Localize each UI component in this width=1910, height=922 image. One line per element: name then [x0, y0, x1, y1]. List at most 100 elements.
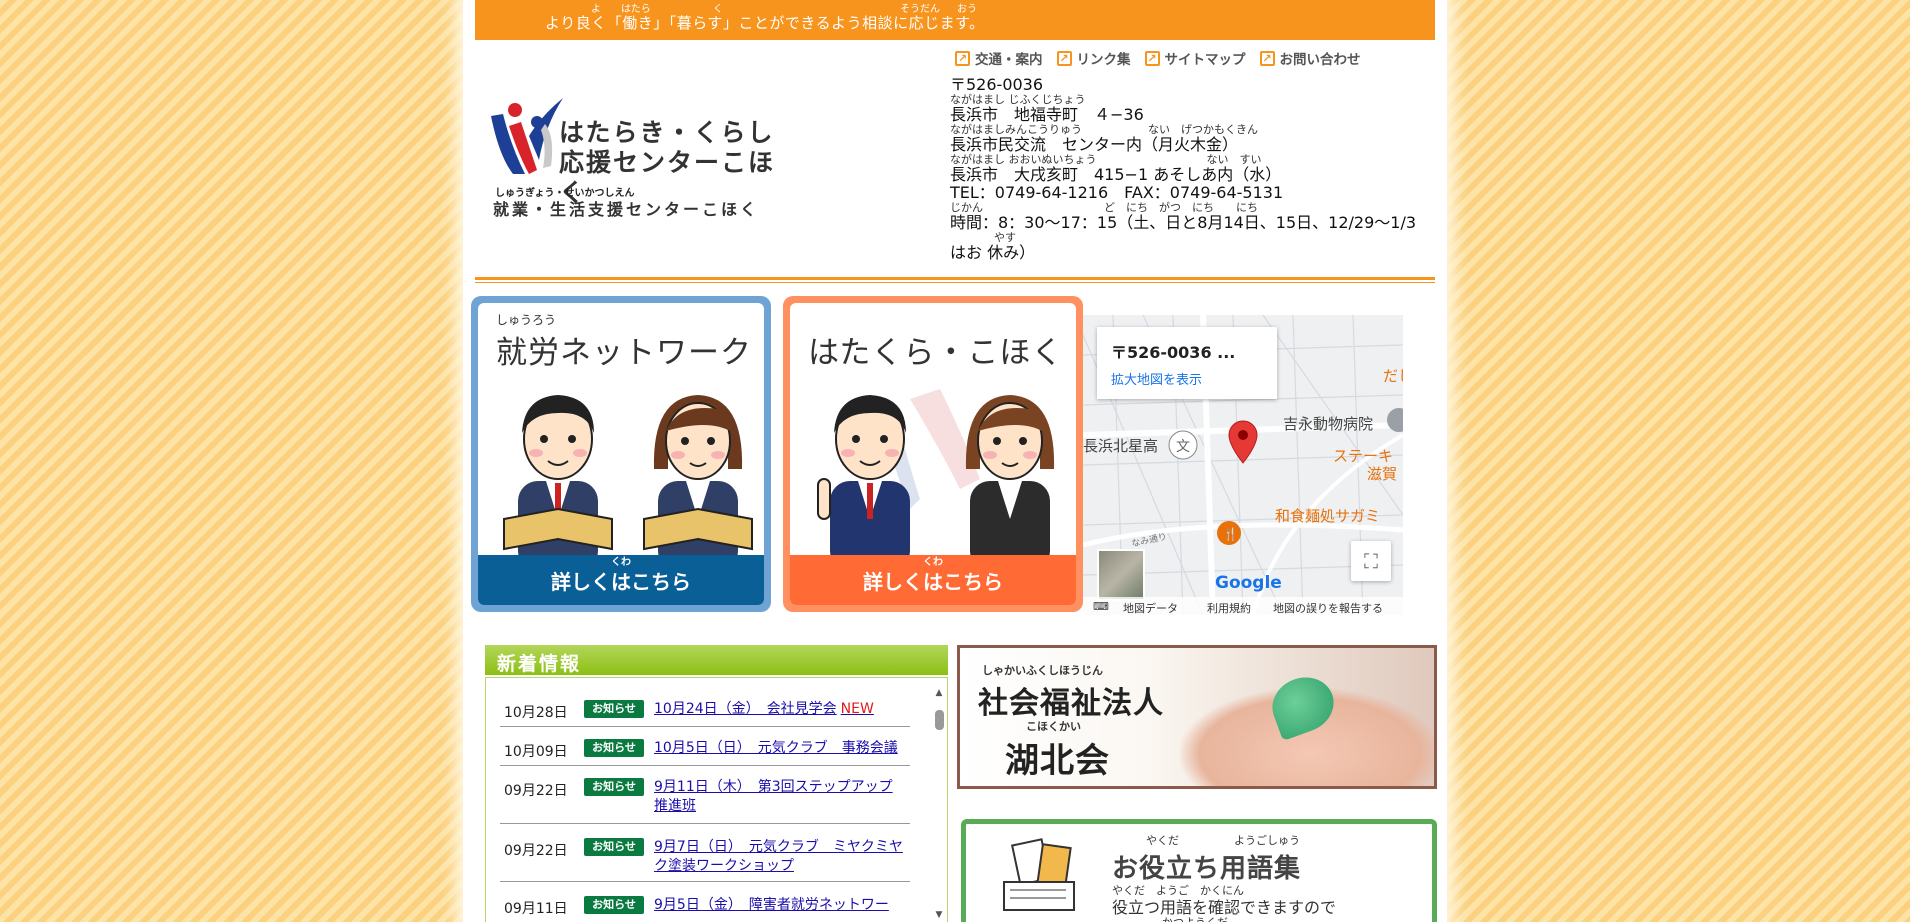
employment-network-banner[interactable]: しゅうろう 就労ネットワーク くわ 詳しくはこちら	[471, 296, 771, 612]
nav-label: サイトマップ	[1164, 52, 1246, 68]
google-map[interactable]: 文 🍴 だし 吉永動物病院 長浜北星高 ステーキ 滋賀 和食麺処サガミ なみ通り…	[1083, 315, 1403, 615]
news-date: 09月22日	[504, 783, 568, 799]
nav-contact[interactable]: ↗ お問い合わせ	[1259, 48, 1361, 68]
welfare-name: 湖北会	[1005, 741, 1110, 781]
map-data-link[interactable]: 地図データ	[1123, 600, 1178, 615]
satellite-toggle[interactable]	[1097, 549, 1145, 601]
news-scrollbar[interactable]: ▲ ▼	[933, 688, 945, 920]
news-badge: お知らせ	[584, 700, 644, 718]
news-badge: お知らせ	[584, 838, 644, 856]
map-label: 滋賀	[1367, 465, 1398, 483]
postal-code: 〒526-0036	[950, 75, 1044, 94]
arrow-icon: ↗	[955, 50, 970, 66]
news-item: 09月22日 お知らせ 9月7日（日） 元気クラブ ミヤクミヤク塗装ワークショッ…	[500, 824, 910, 882]
nav-label: お問い合わせ	[1279, 52, 1361, 68]
site-logo[interactable]: はたらき・くらし 応援センターこほく しゅうぎょう・せいかつしえん 就業・生活支…	[485, 96, 775, 221]
report-error-link[interactable]: 地図の誤りを報告する	[1273, 600, 1383, 615]
nav-label: 交通・案内	[975, 52, 1043, 68]
news-item: 09月11日 お知らせ 9月5日（金） 障害者就労ネットワー	[500, 882, 910, 922]
page: よ はたら く そうだん おう より良く「働き」「暮らす」ことができるよう相談に…	[463, 0, 1447, 922]
glossary-ruby: かつようくだ	[1162, 914, 1228, 922]
details-button[interactable]: くわ 詳しくはこちら	[478, 555, 764, 605]
office-hours: 時間：8：30〜17：15（土、日と8月14日、15日、12/29〜1/3	[950, 213, 1417, 232]
terms-link[interactable]: 利用規約	[1207, 600, 1251, 615]
news-item: 10月09日 お知らせ 10月5日（日） 元気クラブ 事務会議	[500, 727, 910, 766]
staff-illustration-icon	[817, 389, 1055, 569]
news-date: 10月09日	[504, 744, 568, 760]
news-badge: お知らせ	[584, 778, 644, 796]
news-date: 09月11日	[504, 901, 568, 917]
address-line: 長浜市 大戌亥町 415−1 あそしあ内（水）	[950, 165, 1282, 184]
svg-text:🍴: 🍴	[1223, 527, 1238, 541]
nav-access[interactable]: ↗ 交通・案内	[955, 48, 1043, 68]
arrow-icon: ↗	[1259, 50, 1275, 66]
map-label: 長浜北星高	[1083, 437, 1159, 455]
news-date: 09月22日	[504, 843, 568, 859]
button-label: 詳しくはこちら	[863, 570, 1003, 594]
map-label: 和食麺処サガミ	[1275, 507, 1381, 525]
card-title: はたくら・こほく	[808, 335, 1064, 371]
map-info-title: 〒526-0036 ...	[1111, 343, 1236, 362]
keyboard-icon[interactable]: ⌨	[1093, 600, 1109, 613]
news-heading: 新着情報	[485, 645, 948, 675]
larger-map-link[interactable]: 拡大地図を表示	[1111, 369, 1263, 388]
news-heading-label: 新着情報	[497, 653, 582, 675]
google-logo: Google	[1215, 573, 1282, 593]
new-badge: NEW	[840, 701, 874, 717]
map-label: だし	[1383, 367, 1403, 385]
map-info-window: 〒526-0036 ... 拡大地図を表示	[1097, 327, 1277, 399]
news-list: 10月28日 お知らせ 10月24日（金） 会社見学会 NEW 10月09日 お知…	[485, 677, 948, 922]
address-line: 長浜市 地福寺町 ４−36	[950, 105, 1144, 124]
news-badge: お知らせ	[584, 896, 644, 914]
news-link[interactable]: 10月5日（日） 元気クラブ 事務会議	[654, 739, 904, 758]
banner-message: より良く「働き」「暮らす」ことができるよう相談に応じます。	[545, 14, 985, 32]
scroll-thumb[interactable]	[935, 710, 944, 730]
logo-title-line1: はたらき・くらし	[559, 118, 775, 147]
card-inner: しゅうろう 就労ネットワーク くわ 詳しくはこちら	[478, 303, 764, 605]
news-badge: お知らせ	[584, 739, 644, 757]
header-nav: ↗ 交通・案内 ↗ リンク集 ↗ サイトマップ ↗ お問い合わせ	[955, 48, 1361, 68]
contact-info: 〒526-0036 ながはまし じふくじちょう 長浜市 地福寺町 ４−36 なが…	[950, 76, 1440, 262]
address-line: 長浜市民交流 センター内（月火木金）	[950, 135, 1239, 154]
header-divider	[475, 277, 1435, 283]
arrow-icon: ↗	[1144, 50, 1160, 66]
tel-fax: TEL：0749-64-1216 FAX：0749-64-5131	[950, 183, 1284, 202]
map-footer: ⌨ 地図データ 利用規約 地図の誤りを報告する	[1083, 597, 1403, 615]
details-button[interactable]: くわ 詳しくはこちら	[790, 555, 1076, 605]
news-link[interactable]: 9月5日（金） 障害者就労ネットワー	[654, 896, 904, 915]
map-label: 吉永動物病院	[1283, 415, 1374, 433]
news-link[interactable]: 10月24日（金） 会社見学会 NEW	[654, 700, 904, 719]
card-ruby: しゅうろう	[496, 313, 557, 327]
hatakura-kohoku-banner[interactable]: はたくら・こほく くわ 詳しくはこちら	[783, 296, 1083, 612]
staff-illustration-icon	[503, 395, 753, 569]
button-ruby: くわ	[611, 557, 631, 568]
glossary-ruby: やくだ ようごしゅう	[1146, 834, 1300, 847]
top-banner: よ はたら く そうだん おう より良く「働き」「暮らす」ことができるよう相談に…	[475, 0, 1435, 40]
arrow-icon: ↗	[1056, 50, 1072, 66]
svg-text:文: 文	[1176, 439, 1190, 455]
news-date: 10月28日	[504, 705, 568, 721]
welfare-ruby: しゃかいふくしほうじん	[982, 664, 1103, 677]
news-item: 09月22日 お知らせ 9月11日（木） 第3回ステップアップ推進班	[500, 766, 910, 824]
news-link[interactable]: 9月7日（日） 元気クラブ ミヤクミヤク塗装ワークショップ	[654, 838, 904, 876]
news-link[interactable]: 9月11日（木） 第3回ステップアップ推進班	[654, 778, 904, 816]
welfare-corporation-banner[interactable]: しゃかいふくしほうじん 社会福祉法人 こほくかい 湖北会	[957, 645, 1437, 789]
office-hours-closed: はお 休み）	[950, 243, 1036, 262]
news-item: 10月28日 お知らせ 10月24日（金） 会社見学会 NEW	[500, 688, 910, 727]
button-ruby: くわ	[923, 557, 943, 568]
welfare-title: 社会福祉法人	[978, 686, 1164, 721]
glossary-title: お役立ち用語集	[1112, 854, 1302, 884]
button-label: 詳しくはこちら	[551, 570, 691, 594]
nav-sitemap[interactable]: ↗ サイトマップ	[1144, 48, 1246, 68]
scroll-up-icon[interactable]: ▲	[933, 688, 945, 698]
logo-subtitle: 就業・生活支援センターこほく	[493, 200, 760, 219]
logo-mark-icon	[491, 98, 563, 174]
scroll-down-icon[interactable]: ▼	[933, 910, 945, 920]
nav-links[interactable]: ↗ リンク集	[1056, 48, 1131, 68]
card-title: 就労ネットワーク	[496, 335, 752, 371]
nav-label: リンク集	[1076, 52, 1131, 68]
books-icon	[1003, 838, 1075, 911]
glossary-banner[interactable]: やくだ ようごしゅう お役立ち用語集 やくだ ようご かくにん 役立つ用語を確認…	[961, 819, 1437, 922]
fullscreen-icon[interactable]: ⛶	[1351, 541, 1391, 581]
welfare-ruby: こほくかい	[1026, 720, 1081, 733]
